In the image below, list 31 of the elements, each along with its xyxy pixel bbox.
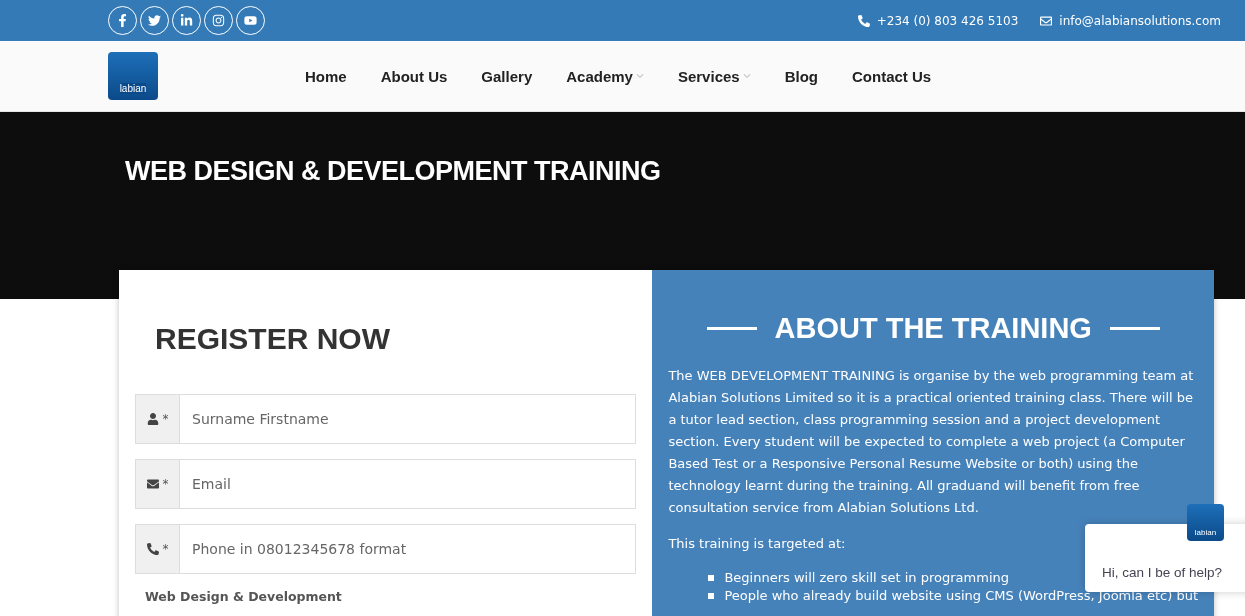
paragraph: This training is targeted at: [668, 535, 847, 553]
input-field[interactable]: Email [180, 459, 637, 509]
nav-link[interactable]: Blog [767, 67, 835, 85]
nav-link[interactable]: Gallery [464, 67, 550, 85]
page-title: WEB DESIGN & DEVELOPMENT TRAINING [125, 156, 662, 187]
required-mark: * [162, 477, 169, 491]
envelope-icon [1040, 14, 1053, 27]
bullet-icon [708, 575, 715, 581]
about-title: ABOUT THE TRAINING [774, 312, 1092, 345]
logo[interactable]: labian [108, 52, 158, 100]
required-mark: * [162, 412, 169, 426]
bullet-icon [708, 593, 715, 599]
nav-link[interactable]: Academy [549, 67, 661, 85]
phone-icon [146, 543, 159, 555]
nav-link[interactable]: Home [288, 67, 364, 85]
chat-message: Hi, can I be of help? [1102, 565, 1223, 580]
register-title: REGISTER NOW [155, 322, 391, 356]
nav-link[interactable]: Services [660, 67, 768, 85]
input-field[interactable]: Surname Firstname [180, 394, 637, 444]
list-item: Beginners will zero skill set in programming [724, 569, 1009, 587]
input-field[interactable]: Phone in 08012345678 format [180, 524, 637, 574]
chat-logo: labian [1187, 504, 1224, 541]
nav-link[interactable]: Contact Us [835, 67, 949, 85]
email-link[interactable]: info@alabiansolutions.com [1040, 13, 1221, 28]
phone-icon [857, 14, 870, 27]
nav-link[interactable]: About Us [363, 67, 465, 85]
phone-link[interactable]: +234 (0) 803 426 5103 [857, 13, 1019, 28]
person-icon [146, 413, 159, 425]
course-label: Web Design & Development [145, 589, 343, 604]
required-mark: * [162, 542, 169, 556]
envelope-icon [146, 478, 159, 490]
